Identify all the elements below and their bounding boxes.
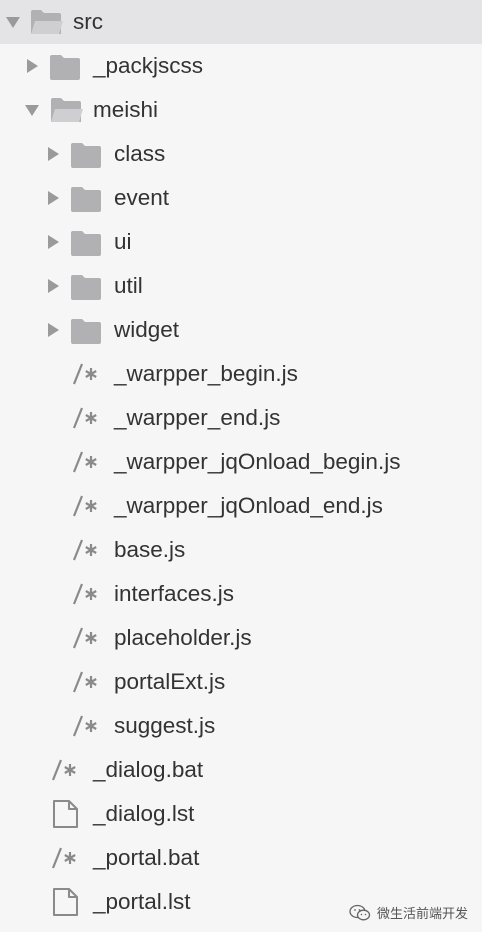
- tree-row-widget[interactable]: widget: [0, 308, 482, 352]
- tree-label: portalExt.js: [114, 669, 226, 694]
- tree-label: event: [114, 185, 170, 210]
- tree-label: widget: [114, 317, 180, 342]
- tree-row-warpper-begin[interactable]: _warpper_begin.js: [0, 352, 482, 396]
- folder-icon: [50, 55, 80, 80]
- js-file-icon: [72, 583, 97, 605]
- tree-row-dialog-lst[interactable]: _dialog.lst: [0, 792, 482, 836]
- js-file-icon: [72, 407, 97, 429]
- js-file-icon: [72, 715, 97, 737]
- tree-label: _portal.lst: [93, 889, 191, 914]
- tree-row-base[interactable]: base.js: [0, 528, 482, 572]
- folder-icon: [71, 143, 101, 168]
- tree-row-placeholder[interactable]: placeholder.js: [0, 616, 482, 660]
- tree-row-warpper-end[interactable]: _warpper_end.js: [0, 396, 482, 440]
- tree-label: placeholder.js: [114, 625, 252, 650]
- tree-row-portalext[interactable]: portalExt.js: [0, 660, 482, 704]
- js-file-icon: [72, 539, 97, 561]
- tree-row-portal-bat[interactable]: _portal.bat: [0, 836, 482, 880]
- tree-label: interfaces.js: [114, 581, 235, 606]
- tree-label: _warpper_jqOnload_begin.js: [114, 449, 401, 474]
- caret-right-icon[interactable]: [45, 190, 61, 206]
- js-file-icon: [72, 671, 97, 693]
- watermark-text: 微生活前端开发: [376, 906, 468, 921]
- js-file-icon: [72, 627, 97, 649]
- tree-row-src[interactable]: src: [0, 0, 482, 44]
- js-file-icon: [51, 759, 76, 781]
- tree-label: _dialog.bat: [93, 757, 204, 782]
- caret-right-icon[interactable]: [45, 322, 61, 338]
- tree-label: _portal.bat: [93, 845, 200, 870]
- wechat-logo-icon: [349, 904, 371, 920]
- tree-row-dialog-bat[interactable]: _dialog.bat: [0, 748, 482, 792]
- tree-row-interfaces[interactable]: interfaces.js: [0, 572, 482, 616]
- blank-file-icon: [53, 800, 78, 828]
- tree-label: util: [114, 273, 143, 298]
- js-file-icon: [72, 451, 97, 473]
- caret-down-icon[interactable]: [24, 102, 40, 118]
- tree-label: src: [73, 9, 103, 34]
- caret-right-icon[interactable]: [45, 278, 61, 294]
- file-tree-sidebar: src _packjscss meishi class event ui uti…: [0, 0, 482, 932]
- tree-row-ui[interactable]: ui: [0, 220, 482, 264]
- watermark: 微生活前端开发: [349, 903, 468, 922]
- tree-label: meishi: [93, 97, 159, 122]
- folder-icon: [71, 275, 101, 300]
- caret-down-icon[interactable]: [5, 14, 21, 30]
- tree-row-suggest[interactable]: suggest.js: [0, 704, 482, 748]
- tree-row-warpper-jq-begin[interactable]: _warpper_jqOnload_begin.js: [0, 440, 482, 484]
- tree-label: _packjscss: [93, 53, 204, 78]
- folder-icon: [71, 187, 101, 212]
- caret-right-icon[interactable]: [45, 146, 61, 162]
- caret-right-icon[interactable]: [24, 58, 40, 74]
- folder-icon: [71, 319, 101, 344]
- tree-label: class: [114, 141, 166, 166]
- tree-label: suggest.js: [114, 713, 216, 738]
- tree-label: _dialog.lst: [93, 801, 195, 826]
- caret-right-icon[interactable]: [45, 234, 61, 250]
- folder-icon: [71, 231, 101, 256]
- tree-label: _warpper_jqOnload_end.js: [114, 493, 383, 518]
- tree-label: base.js: [114, 537, 186, 562]
- js-file-icon: [72, 363, 97, 385]
- folder-open-icon: [31, 10, 63, 34]
- tree-row-util[interactable]: util: [0, 264, 482, 308]
- tree-label: _warpper_end.js: [114, 405, 281, 430]
- js-file-icon: [51, 847, 76, 869]
- tree-row-event[interactable]: event: [0, 176, 482, 220]
- folder-open-icon: [51, 98, 83, 122]
- tree-row-warpper-jq-end[interactable]: _warpper_jqOnload_end.js: [0, 484, 482, 528]
- tree-row-class[interactable]: class: [0, 132, 482, 176]
- tree-row-packjscss[interactable]: _packjscss: [0, 44, 482, 88]
- blank-file-icon: [53, 888, 78, 916]
- tree-row-meishi[interactable]: meishi: [0, 88, 482, 132]
- tree-label: ui: [114, 229, 132, 254]
- js-file-icon: [72, 495, 97, 517]
- tree-label: _warpper_begin.js: [114, 361, 298, 386]
